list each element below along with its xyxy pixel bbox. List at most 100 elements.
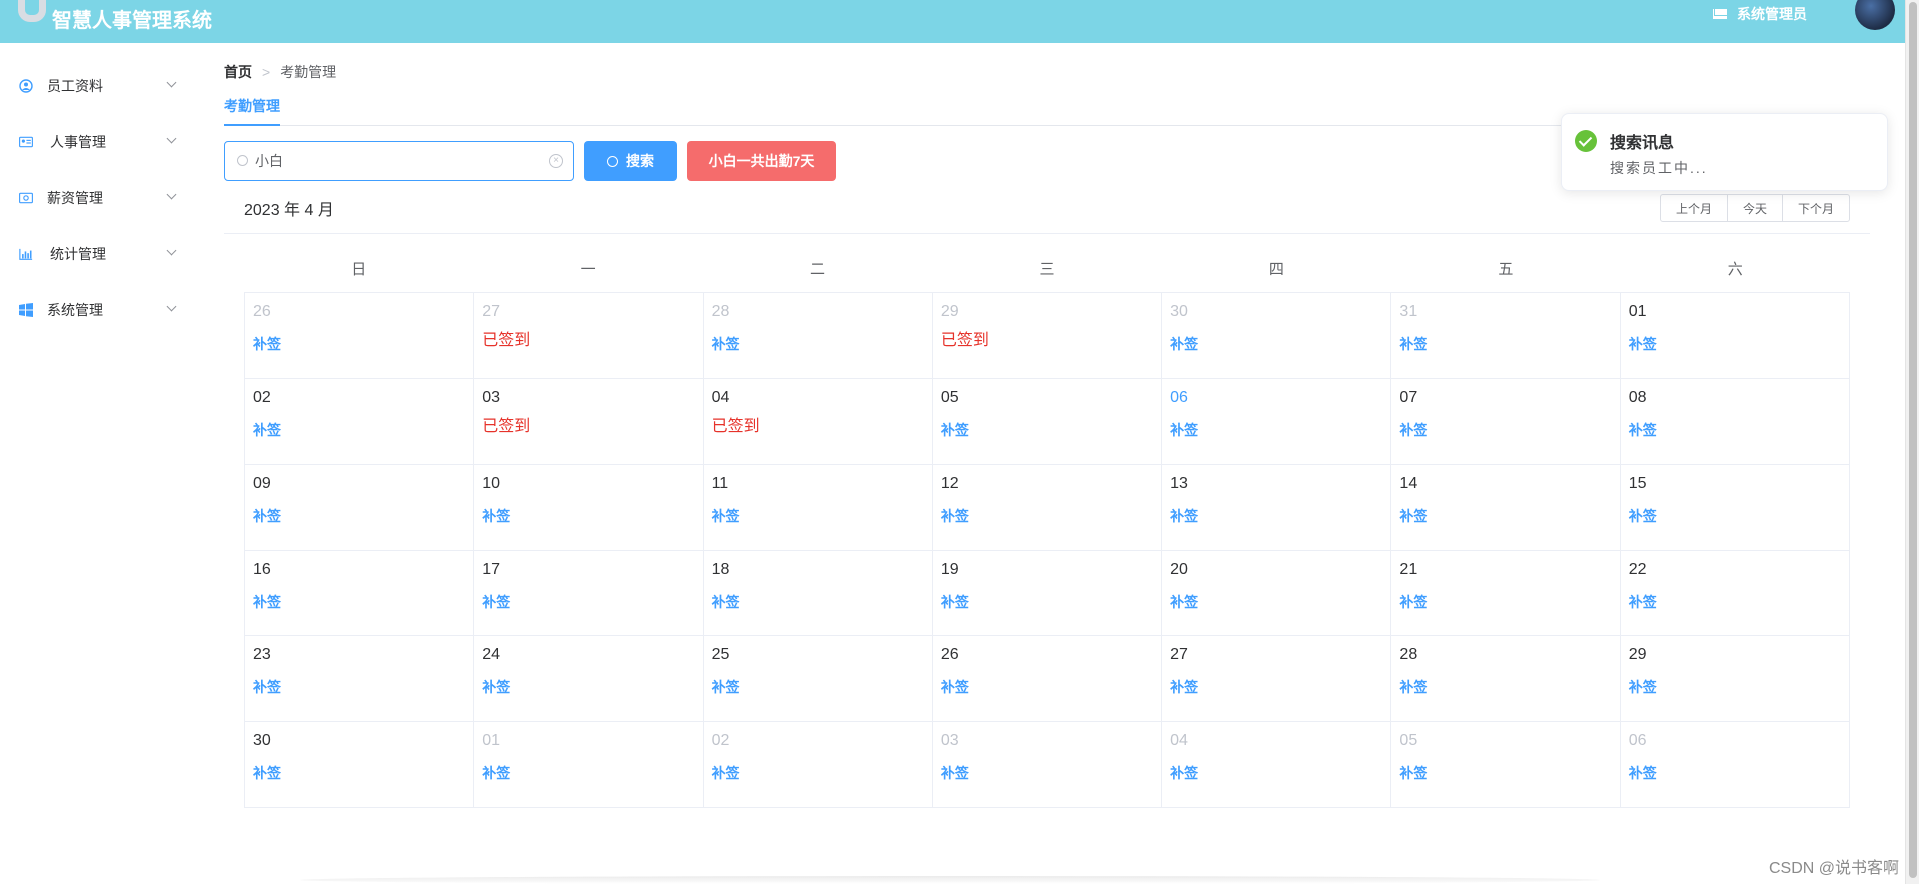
calendar-day-cell[interactable]: 28 补签 <box>703 293 933 379</box>
makeup-signin-link[interactable]: 补签 <box>253 592 281 612</box>
makeup-signin-link[interactable]: 补签 <box>712 506 740 526</box>
calendar-day-cell[interactable]: 08 补签 <box>1620 378 1850 465</box>
makeup-signin-link[interactable]: 补签 <box>1629 592 1657 612</box>
calendar-day-cell[interactable]: 14 补签 <box>1391 464 1621 551</box>
calendar-day-cell[interactable]: 23 补签 <box>245 636 475 723</box>
calendar-day-cell[interactable]: 02 补签 <box>245 378 475 465</box>
calendar-day-cell[interactable]: 29 补签 <box>1620 636 1850 723</box>
calendar-day-cell[interactable]: 05 补签 <box>932 378 1163 465</box>
makeup-signin-link[interactable]: 补签 <box>941 420 969 440</box>
calendar-day-cell[interactable]: 21 补签 <box>1391 550 1621 637</box>
calendar-day-cell[interactable]: 04 已签到 <box>703 378 933 465</box>
makeup-signin-link[interactable]: 补签 <box>482 506 510 526</box>
calendar-day-cell[interactable]: 30 补签 <box>245 722 475 808</box>
makeup-signin-link[interactable]: 补签 <box>941 506 969 526</box>
calendar-day-cell[interactable]: 26 补签 <box>932 636 1163 723</box>
user-menu[interactable]: 系统管理员 <box>1713 0 1863 28</box>
calendar-day-cell[interactable]: 26 补签 <box>245 293 475 379</box>
makeup-signin-link[interactable]: 补签 <box>1399 420 1427 440</box>
notification-toast[interactable]: 搜索讯息 搜索员工中... <box>1561 113 1888 191</box>
calendar-day-cell[interactable]: 29 已签到 <box>932 293 1163 379</box>
makeup-signin-link[interactable]: 补签 <box>253 506 281 526</box>
makeup-signin-link[interactable]: 补签 <box>1399 334 1427 354</box>
calendar-day-cell[interactable]: 30 补签 <box>1162 293 1392 379</box>
makeup-signin-link[interactable]: 补签 <box>482 592 510 612</box>
makeup-signin-link[interactable]: 补签 <box>253 420 281 440</box>
makeup-signin-link[interactable]: 补签 <box>253 677 281 697</box>
makeup-signin-link[interactable]: 补签 <box>1170 592 1198 612</box>
calendar-day-cell[interactable]: 18 补签 <box>703 550 933 637</box>
makeup-signin-link[interactable]: 补签 <box>712 592 740 612</box>
calendar-day-cell[interactable]: 27 已签到 <box>474 293 704 379</box>
makeup-signin-link[interactable]: 补签 <box>712 334 740 354</box>
attendance-count-button[interactable]: 小白一共出勤7天 <box>687 141 836 181</box>
sidebar-item-personnel[interactable]: 人事管理 <box>0 114 200 170</box>
makeup-signin-link[interactable]: 补签 <box>1629 334 1657 354</box>
search-button[interactable]: 搜索 <box>584 141 677 181</box>
makeup-signin-link[interactable]: 补签 <box>1170 420 1198 440</box>
makeup-signin-link[interactable]: 补签 <box>482 763 510 783</box>
makeup-signin-link[interactable]: 补签 <box>1399 592 1427 612</box>
tab-attendance[interactable]: 考勤管理 <box>224 96 280 116</box>
makeup-signin-link[interactable]: 补签 <box>1629 677 1657 697</box>
calendar-day-cell[interactable]: 12 补签 <box>932 464 1163 551</box>
makeup-signin-link[interactable]: 补签 <box>1399 677 1427 697</box>
calendar-day-cell[interactable]: 19 补签 <box>932 550 1163 637</box>
calendar-day-cell[interactable]: 20 补签 <box>1162 550 1392 637</box>
calendar-day-cell[interactable]: 04 补签 <box>1162 722 1392 808</box>
sidebar-item-employee[interactable]: 员工资料 <box>0 58 200 114</box>
calendar-day-cell[interactable]: 10 补签 <box>474 464 704 551</box>
makeup-signin-link[interactable]: 补签 <box>712 763 740 783</box>
vertical-scrollbar[interactable] <box>1905 0 1919 884</box>
makeup-signin-link[interactable]: 补签 <box>941 677 969 697</box>
calendar-day-cell[interactable]: 22 补签 <box>1620 550 1850 637</box>
mail-icon[interactable] <box>1713 9 1727 19</box>
user-name[interactable]: 系统管理员 <box>1737 4 1807 24</box>
calendar-day-cell[interactable]: 03 已签到 <box>474 378 704 465</box>
makeup-signin-link[interactable]: 补签 <box>1170 763 1198 783</box>
makeup-signin-link[interactable]: 补签 <box>712 677 740 697</box>
calendar-day-cell[interactable]: 13 补签 <box>1162 464 1392 551</box>
makeup-signin-link[interactable]: 补签 <box>1399 763 1427 783</box>
makeup-signin-link[interactable]: 补签 <box>1629 420 1657 440</box>
calendar-day-cell[interactable]: 02 补签 <box>703 722 933 808</box>
calendar-day-cell[interactable]: 28 补签 <box>1391 636 1621 723</box>
calendar-day-cell[interactable]: 01 补签 <box>1620 293 1850 379</box>
makeup-signin-link[interactable]: 补签 <box>1170 334 1198 354</box>
sidebar-item-system[interactable]: 系统管理 <box>0 282 200 338</box>
makeup-signin-link[interactable]: 补签 <box>941 763 969 783</box>
sidebar-item-salary[interactable]: 薪资管理 <box>0 170 200 226</box>
calendar-day-cell[interactable]: 11 补签 <box>703 464 933 551</box>
makeup-signin-link[interactable]: 补签 <box>1399 506 1427 526</box>
makeup-signin-link[interactable]: 补签 <box>1629 763 1657 783</box>
makeup-signin-link[interactable]: 补签 <box>1170 677 1198 697</box>
makeup-signin-link[interactable]: 补签 <box>1629 506 1657 526</box>
makeup-signin-link[interactable]: 补签 <box>253 763 281 783</box>
calendar-day-cell[interactable]: 05 补签 <box>1391 722 1621 808</box>
clear-icon[interactable]: × <box>549 154 563 168</box>
calendar-day-cell[interactable]: 03 补签 <box>932 722 1163 808</box>
breadcrumb-home[interactable]: 首页 <box>224 62 252 82</box>
calendar-day-cell[interactable]: 31 补签 <box>1391 293 1621 379</box>
calendar-day-cell[interactable]: 01 补签 <box>474 722 704 808</box>
calendar-day-cell[interactable]: 09 补签 <box>245 464 475 551</box>
calendar-day-cell[interactable]: 27 补签 <box>1162 636 1392 723</box>
calendar-day-cell[interactable]: 15 补签 <box>1620 464 1850 551</box>
calendar-day-cell[interactable]: 07 补签 <box>1391 378 1621 465</box>
calendar-day-cell[interactable]: 16 补签 <box>245 550 475 637</box>
calendar-day-cell[interactable]: 06 补签 <box>1620 722 1850 808</box>
calendar-day-cell[interactable]: 25 补签 <box>703 636 933 723</box>
makeup-signin-link[interactable]: 补签 <box>941 592 969 612</box>
sidebar-item-statistics[interactable]: 统计管理 <box>0 226 200 282</box>
today-button[interactable]: 今天 <box>1727 194 1784 222</box>
search-input[interactable] <box>255 151 535 171</box>
makeup-signin-link[interactable]: 补签 <box>253 334 281 354</box>
prev-month-button[interactable]: 上个月 <box>1660 194 1729 222</box>
calendar-day-cell[interactable]: 17 补签 <box>474 550 704 637</box>
calendar-day-cell[interactable]: 06 补签 <box>1162 378 1392 465</box>
scrollbar-thumb[interactable] <box>1909 2 1917 878</box>
makeup-signin-link[interactable]: 补签 <box>482 677 510 697</box>
calendar-day-cell[interactable]: 24 补签 <box>474 636 704 723</box>
search-field[interactable]: × <box>224 141 574 181</box>
next-month-button[interactable]: 下个月 <box>1782 194 1851 222</box>
